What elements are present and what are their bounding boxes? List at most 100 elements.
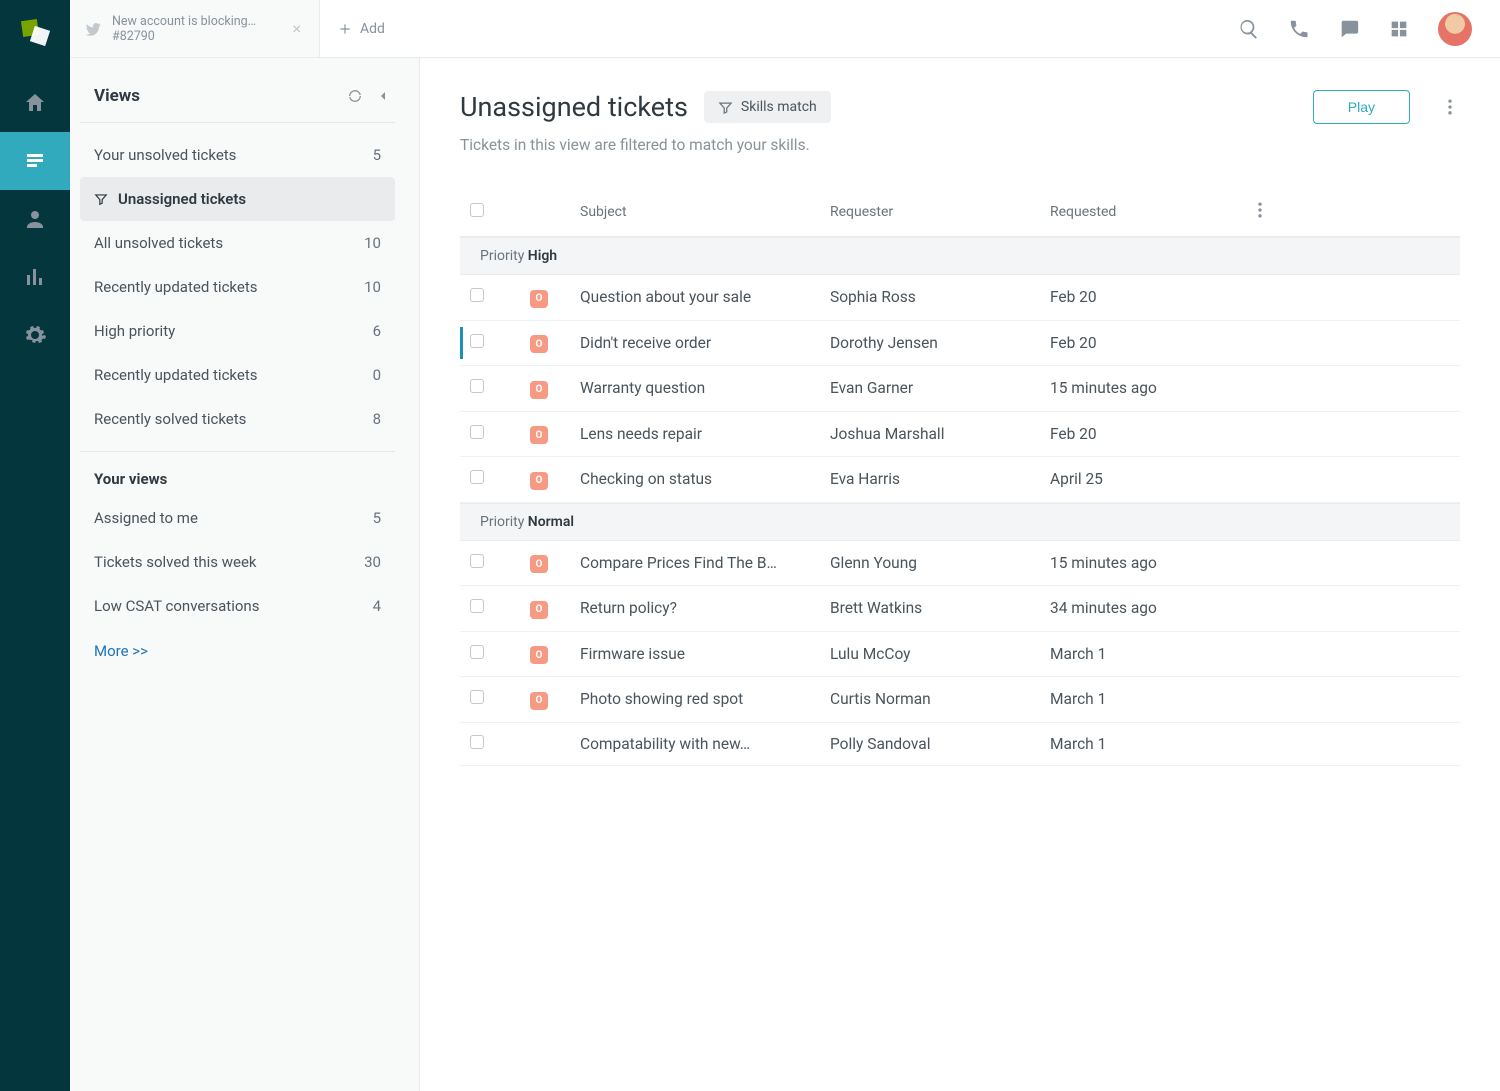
cell-requested: March 1: [1050, 690, 1240, 708]
view-label: All unsolved tickets: [94, 234, 223, 252]
view-count: 8: [373, 410, 381, 428]
more-link[interactable]: More >>: [80, 628, 395, 674]
row-checkbox[interactable]: [470, 379, 484, 393]
sidebar-view-item[interactable]: Unassigned tickets: [80, 177, 395, 221]
phone-icon[interactable]: [1288, 18, 1310, 40]
close-icon[interactable]: ×: [288, 15, 305, 42]
open-tab[interactable]: New account is blocking… #82790 ×: [70, 0, 320, 57]
gear-icon: [23, 323, 47, 347]
content-header: Unassigned tickets Skills match Play: [460, 90, 1460, 124]
row-checkbox[interactable]: [470, 288, 484, 302]
row-checkbox[interactable]: [470, 425, 484, 439]
col-requested[interactable]: Requested: [1050, 204, 1240, 220]
table-row[interactable]: OWarranty questionEvan Garner15 minutes …: [460, 366, 1460, 412]
chart-icon: [23, 265, 47, 289]
columns-overflow-icon[interactable]: [1250, 200, 1270, 220]
nav-reporting[interactable]: [0, 248, 70, 306]
cell-requester: Brett Watkins: [830, 599, 1050, 617]
apps-icon[interactable]: [1388, 18, 1410, 40]
user-icon: [23, 207, 47, 231]
priority-group-header: Priority High: [460, 237, 1460, 275]
play-button[interactable]: Play: [1313, 90, 1410, 124]
view-label: Low CSAT conversations: [94, 597, 259, 615]
row-checkbox[interactable]: [470, 554, 484, 568]
table-row[interactable]: OCompare Prices Find The B…Glenn Young15…: [460, 541, 1460, 587]
select-all-checkbox[interactable]: [470, 203, 484, 217]
col-subject[interactable]: Subject: [580, 204, 830, 220]
sidebar-view-item[interactable]: High priority6: [80, 309, 395, 353]
refresh-icon[interactable]: [347, 88, 363, 104]
cell-subject: Warranty question: [580, 379, 830, 397]
table-row[interactable]: OQuestion about your saleSophia RossFeb …: [460, 275, 1460, 321]
page-title: Unassigned tickets: [460, 91, 688, 123]
status-badge: O: [530, 555, 548, 573]
views-header: Views: [80, 82, 395, 123]
brand-logo: [20, 18, 50, 48]
body: Views Your unsolved tickets5Unassigned t…: [70, 58, 1500, 1091]
view-count: 30: [364, 553, 381, 571]
view-label: Your unsolved tickets: [94, 146, 236, 164]
add-tab-button[interactable]: Add: [320, 0, 403, 57]
row-checkbox[interactable]: [470, 334, 484, 348]
cell-requester: Glenn Young: [830, 554, 1050, 572]
view-label: Tickets solved this week: [94, 553, 257, 571]
filter-icon: [718, 100, 733, 115]
twitter-icon: [84, 20, 102, 38]
table-row[interactable]: OReturn policy?Brett Watkins34 minutes a…: [460, 586, 1460, 632]
cell-requester: Sophia Ross: [830, 288, 1050, 306]
tab-text: New account is blocking… #82790: [112, 14, 278, 44]
view-label: Recently updated tickets: [94, 278, 257, 296]
table-row[interactable]: OFirmware issueLulu McCoyMarch 1: [460, 632, 1460, 678]
sidebar-your-view-item[interactable]: Assigned to me5: [80, 496, 395, 540]
avatar[interactable]: [1438, 12, 1472, 46]
table-row[interactable]: OLens needs repairJoshua MarshallFeb 20: [460, 412, 1460, 458]
row-checkbox[interactable]: [470, 735, 484, 749]
page-subtitle: Tickets in this view are filtered to mat…: [460, 136, 1460, 154]
sidebar-your-view-item[interactable]: Tickets solved this week 30: [80, 540, 395, 584]
row-checkbox[interactable]: [470, 645, 484, 659]
skills-match-button[interactable]: Skills match: [704, 91, 831, 123]
overflow-icon[interactable]: [1440, 97, 1460, 117]
status-badge: O: [530, 426, 548, 444]
status-badge: O: [530, 692, 548, 710]
collapse-icon[interactable]: [375, 88, 391, 104]
sidebar-your-view-item[interactable]: Low CSAT conversations4: [80, 584, 395, 628]
nav-customers[interactable]: [0, 190, 70, 248]
view-count: 10: [364, 234, 381, 252]
cell-requested: March 1: [1050, 735, 1240, 753]
row-checkbox[interactable]: [470, 470, 484, 484]
cell-requested: 15 minutes ago: [1050, 379, 1240, 397]
cell-subject: Return policy?: [580, 599, 830, 617]
table-row[interactable]: Compatability with new…Polly SandovalMar…: [460, 723, 1460, 766]
cell-requested: Feb 20: [1050, 425, 1240, 443]
table-row[interactable]: OChecking on statusEva HarrisApril 25: [460, 457, 1460, 503]
views-sidebar: Views Your unsolved tickets5Unassigned t…: [70, 58, 420, 1091]
view-count: 0: [373, 366, 381, 384]
plus-icon: [338, 22, 352, 36]
sidebar-view-item[interactable]: All unsolved tickets 10: [80, 221, 395, 265]
cell-requester: Dorothy Jensen: [830, 334, 1050, 352]
chat-icon[interactable]: [1338, 18, 1360, 40]
cell-requested: April 25: [1050, 470, 1240, 488]
sidebar-view-item[interactable]: Recently updated tickets 0: [80, 353, 395, 397]
nav-admin[interactable]: [0, 306, 70, 364]
row-checkbox[interactable]: [470, 599, 484, 613]
row-checkbox[interactable]: [470, 690, 484, 704]
table-row[interactable]: OPhoto showing red spotCurtis NormanMarc…: [460, 677, 1460, 723]
cell-subject: Compatability with new…: [580, 735, 830, 753]
status-badge: O: [530, 601, 548, 619]
table-row[interactable]: ODidn't receive orderDorothy JensenFeb 2…: [460, 321, 1460, 367]
sidebar-view-item[interactable]: Recently updated tickets10: [80, 265, 395, 309]
sidebar-view-item[interactable]: Recently solved tickets8: [80, 397, 395, 441]
nav-views[interactable]: [0, 132, 70, 190]
sidebar-view-item[interactable]: Your unsolved tickets5: [80, 133, 395, 177]
status-badge: O: [530, 472, 548, 490]
cell-subject: Lens needs repair: [580, 425, 830, 443]
view-label: Recently updated tickets: [94, 366, 257, 384]
search-icon[interactable]: [1238, 18, 1260, 40]
tab-subtitle: #82790: [112, 29, 278, 44]
cell-subject: Question about your sale: [580, 288, 830, 306]
col-requester[interactable]: Requester: [830, 204, 1050, 220]
cell-requester: Eva Harris: [830, 470, 1050, 488]
nav-home[interactable]: [0, 74, 70, 132]
